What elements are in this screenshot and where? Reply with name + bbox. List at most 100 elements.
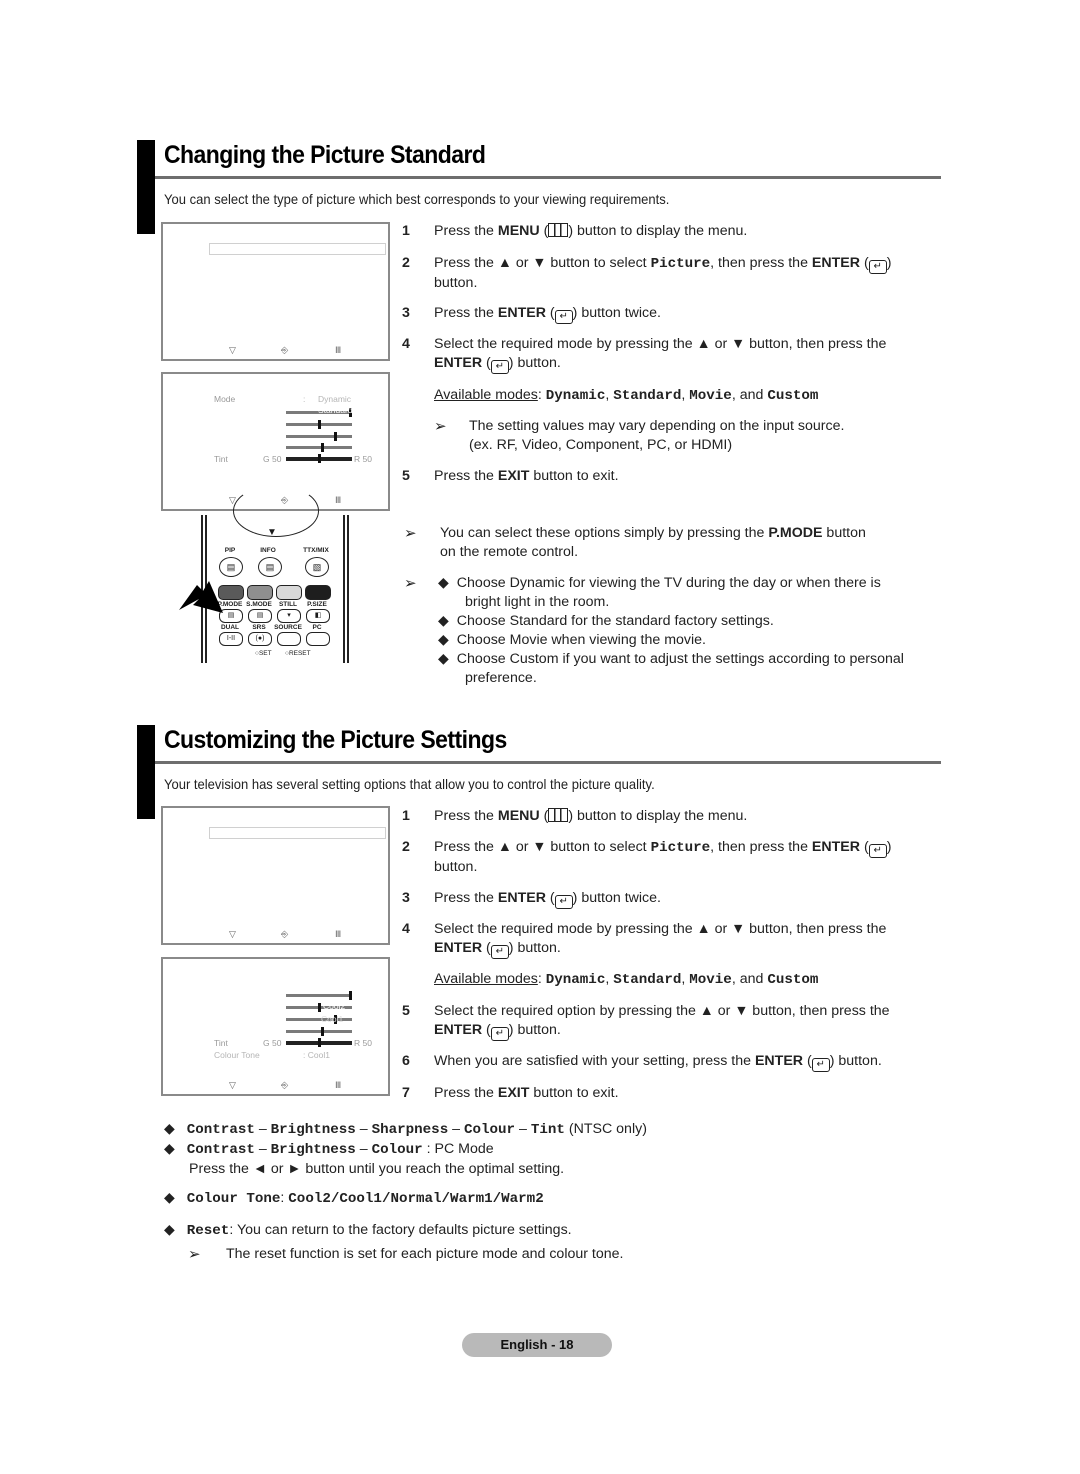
and-word: and	[739, 387, 764, 403]
color-button-green[interactable]	[247, 585, 273, 600]
reset-label: RESET	[288, 650, 311, 657]
step-text: Press the ▲ or ▼ button to select	[434, 839, 651, 855]
step-number: 5	[402, 1003, 410, 1019]
picture-keyword: Picture	[650, 256, 711, 272]
source-button[interactable]	[277, 632, 301, 646]
osd-overlay-cool1: Cool1	[321, 1014, 344, 1024]
ttx-label: TTX/MIX	[303, 547, 329, 554]
color-button-blue[interactable]	[305, 585, 331, 600]
step-text: Press the ▲ or ▼ button to select	[434, 255, 651, 271]
step-number: 2	[402, 255, 410, 271]
menu-icon: Ⅲ	[335, 929, 342, 939]
set-label: SET	[258, 650, 272, 657]
ttx-mix-button[interactable]: ▧	[305, 557, 329, 577]
reset-button[interactable]: ○RESET	[285, 650, 311, 657]
step-text: Press the	[434, 468, 498, 484]
note-arrow-icon: ➢	[404, 575, 417, 592]
smode-button[interactable]: ▤	[248, 609, 272, 623]
note-text: The reset function is set for each pictu…	[226, 1246, 624, 1262]
step-text: button.	[434, 275, 478, 291]
bullet-text: Choose Standard for the standard factory…	[456, 613, 774, 629]
osd-slider-4	[286, 1027, 352, 1036]
setting-contrast: Contrast	[186, 1122, 255, 1138]
step-text: Press the	[434, 808, 498, 824]
step-text: , then press the	[710, 255, 812, 271]
section-title: Changing the Picture Standard	[164, 141, 486, 169]
osd-overlay-standard: Standard	[318, 405, 353, 415]
mode-movie: Movie	[689, 972, 732, 988]
smode-label: S.MODE	[246, 601, 272, 608]
step-text: button.	[513, 355, 561, 371]
enter-icon: ↵	[490, 1027, 509, 1041]
menu-keyword: MENU	[497, 808, 540, 824]
set-button[interactable]: ○SET	[255, 650, 272, 657]
step-text: Select the required mode by pressing the…	[434, 336, 887, 352]
available-modes-label: Available modes	[434, 971, 538, 987]
bullet-item-cont: preference.	[438, 669, 904, 688]
note-text: button	[822, 525, 866, 541]
enter-icon: ⎆	[281, 929, 289, 939]
remote-edge	[343, 515, 345, 663]
osd-slider-3	[286, 432, 352, 441]
enter-icon: ⎆	[281, 345, 289, 355]
step-text: Press the	[434, 305, 498, 321]
press-line: Press the ◄ or ► button until you reach …	[164, 1160, 924, 1179]
step-text: Select the required mode by pressing the…	[434, 921, 887, 937]
osd-tint-label: Tint	[214, 454, 228, 464]
pip-button[interactable]: ▤	[219, 557, 243, 577]
enter-keyword: ENTER	[497, 305, 546, 321]
dual-button[interactable]: I-II	[219, 632, 243, 646]
source-note: ➢ The setting values may vary depending …	[434, 417, 844, 453]
slider-knob	[321, 1027, 324, 1036]
step-text: button.	[434, 859, 478, 875]
bullet-item: ◆ Choose Movie when viewing the movie.	[438, 632, 706, 648]
osd-overlay-cool2: Cool2	[323, 1001, 346, 1011]
step-text: button.	[834, 1053, 882, 1069]
exit-keyword: EXIT	[497, 468, 530, 484]
info-button[interactable]: ▤	[258, 557, 282, 577]
osd-tint-slider	[286, 454, 352, 463]
note-text: (ex. RF, Video, Component, PC, or HDMI)	[469, 437, 733, 453]
step-text: ) button to display the menu.	[568, 223, 748, 239]
osd-slider-2	[286, 420, 352, 429]
tv-settings-screen: Cool2 Cool1 Tint G 50 R 50 Colour Tone :…	[161, 957, 390, 1096]
mode-dynamic: Dynamic	[545, 388, 606, 404]
note-arrow-icon: ➢	[188, 1246, 201, 1263]
enter-keyword: ENTER	[497, 890, 546, 906]
remote-edge	[347, 515, 349, 663]
slider-knob	[318, 420, 321, 429]
osd-colon: :	[303, 394, 306, 404]
still-label: STILL	[278, 601, 298, 608]
move-icon: ▽	[229, 345, 236, 355]
osd-tone-label: Colour Tone	[214, 1050, 260, 1060]
psize-button[interactable]: ◧	[306, 609, 330, 623]
menu-icon: Ⅲ	[335, 345, 342, 355]
osd-tone-value: : Cool1	[303, 1050, 330, 1060]
section-marker	[137, 725, 155, 819]
step-number: 3	[402, 305, 410, 321]
osd-tone-value-text: Cool1	[307, 1050, 330, 1060]
menu-keyword: MENU	[497, 223, 540, 239]
osd-tint-right: R 50	[354, 454, 372, 464]
still-button[interactable]: ▾	[277, 609, 301, 623]
ntsc-note: (NTSC only)	[568, 1121, 647, 1137]
pc-button[interactable]	[306, 632, 330, 646]
section-marker	[137, 140, 155, 234]
page-number-badge: English - 18	[462, 1333, 612, 1357]
srs-button[interactable]: (●)	[248, 632, 272, 646]
note-arrow-icon: ➢	[404, 525, 417, 542]
osd-mode-value: Dynamic	[318, 394, 352, 404]
mode-bullets: ➢ ◆ Choose Dynamic for viewing the TV du…	[404, 574, 944, 686]
setting-contrast: Contrast	[186, 1142, 255, 1158]
section-title: Customizing the Picture Settings	[164, 726, 507, 754]
press-line-text: Press the ◄ or ► button until you reach …	[189, 1161, 565, 1177]
section-intro: Your television has several setting opti…	[164, 776, 655, 792]
available-modes: Available modes: Dynamic, Standard, Movi…	[434, 387, 819, 404]
color-button-yellow[interactable]	[276, 585, 302, 600]
bullet-text: Choose Dynamic for viewing the TV during…	[456, 575, 881, 591]
tv-menu-screen: ▽ ⎆ Ⅲ	[161, 806, 390, 945]
step-text: Press the	[434, 1085, 498, 1101]
osd-tint-left: G 50	[263, 1038, 282, 1048]
osd-tint-slider	[286, 1038, 352, 1047]
setting-brightness: Brightness	[270, 1122, 356, 1138]
